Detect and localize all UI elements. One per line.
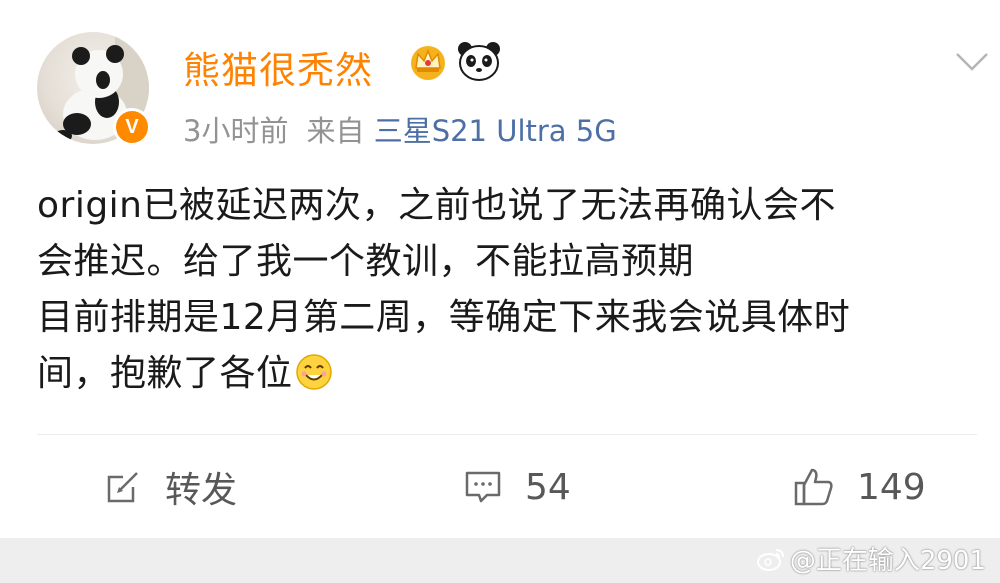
author-name[interactable]: 熊猫很秃然 xyxy=(183,40,373,94)
repost-button[interactable]: 转发 xyxy=(103,462,237,512)
chevron-down-icon[interactable] xyxy=(955,52,989,72)
crown-icon xyxy=(411,46,445,80)
post-text: origin已被延迟两次，之前也说了无法再确认会不 会推迟。给了我一个教训，不能… xyxy=(37,178,977,402)
panda-icon xyxy=(458,42,500,81)
post-time: 3小时前 xyxy=(183,114,289,148)
verified-badge: V xyxy=(113,108,151,146)
like-button[interactable]: 149 xyxy=(793,462,926,512)
post-text-line: 会推迟。给了我一个教训，不能拉高预期 xyxy=(37,241,695,282)
watermark: @正在输入2901 xyxy=(756,540,986,577)
like-count: 149 xyxy=(857,466,926,508)
repost-label: 转发 xyxy=(165,470,238,511)
post-text-line: 目前排期是12月第二周，等确定下来我会说具体时 xyxy=(37,297,851,338)
repost-icon xyxy=(103,467,143,507)
source-prefix: 来自 xyxy=(306,114,365,148)
post-text-line: 间，抱歉了各位 xyxy=(37,353,293,394)
smile-face-icon xyxy=(295,354,332,390)
divider xyxy=(37,434,977,435)
post-text-line: origin已被延迟两次，之前也说了无法再确认会不 xyxy=(37,185,836,226)
post-meta: 3小时前 来自 三星S21 Ultra 5G xyxy=(183,108,617,150)
verified-v-icon: V xyxy=(116,111,148,143)
weibo-post-card: V 熊猫很秃然 3小时前 来自 三星S21 Ultra 5G origin已被延迟… xyxy=(0,0,1000,538)
comment-count: 54 xyxy=(525,466,571,508)
comment-icon xyxy=(463,467,503,507)
post-text-line-last: 间，抱歉了各位 xyxy=(37,346,977,402)
watermark-text: @正在输入2901 xyxy=(789,546,986,576)
comment-button[interactable]: 54 xyxy=(463,462,571,512)
thumbs-up-icon xyxy=(793,466,835,508)
weibo-logo-icon xyxy=(756,548,784,571)
source-device-link[interactable]: 三星S21 Ultra 5G xyxy=(374,114,617,148)
